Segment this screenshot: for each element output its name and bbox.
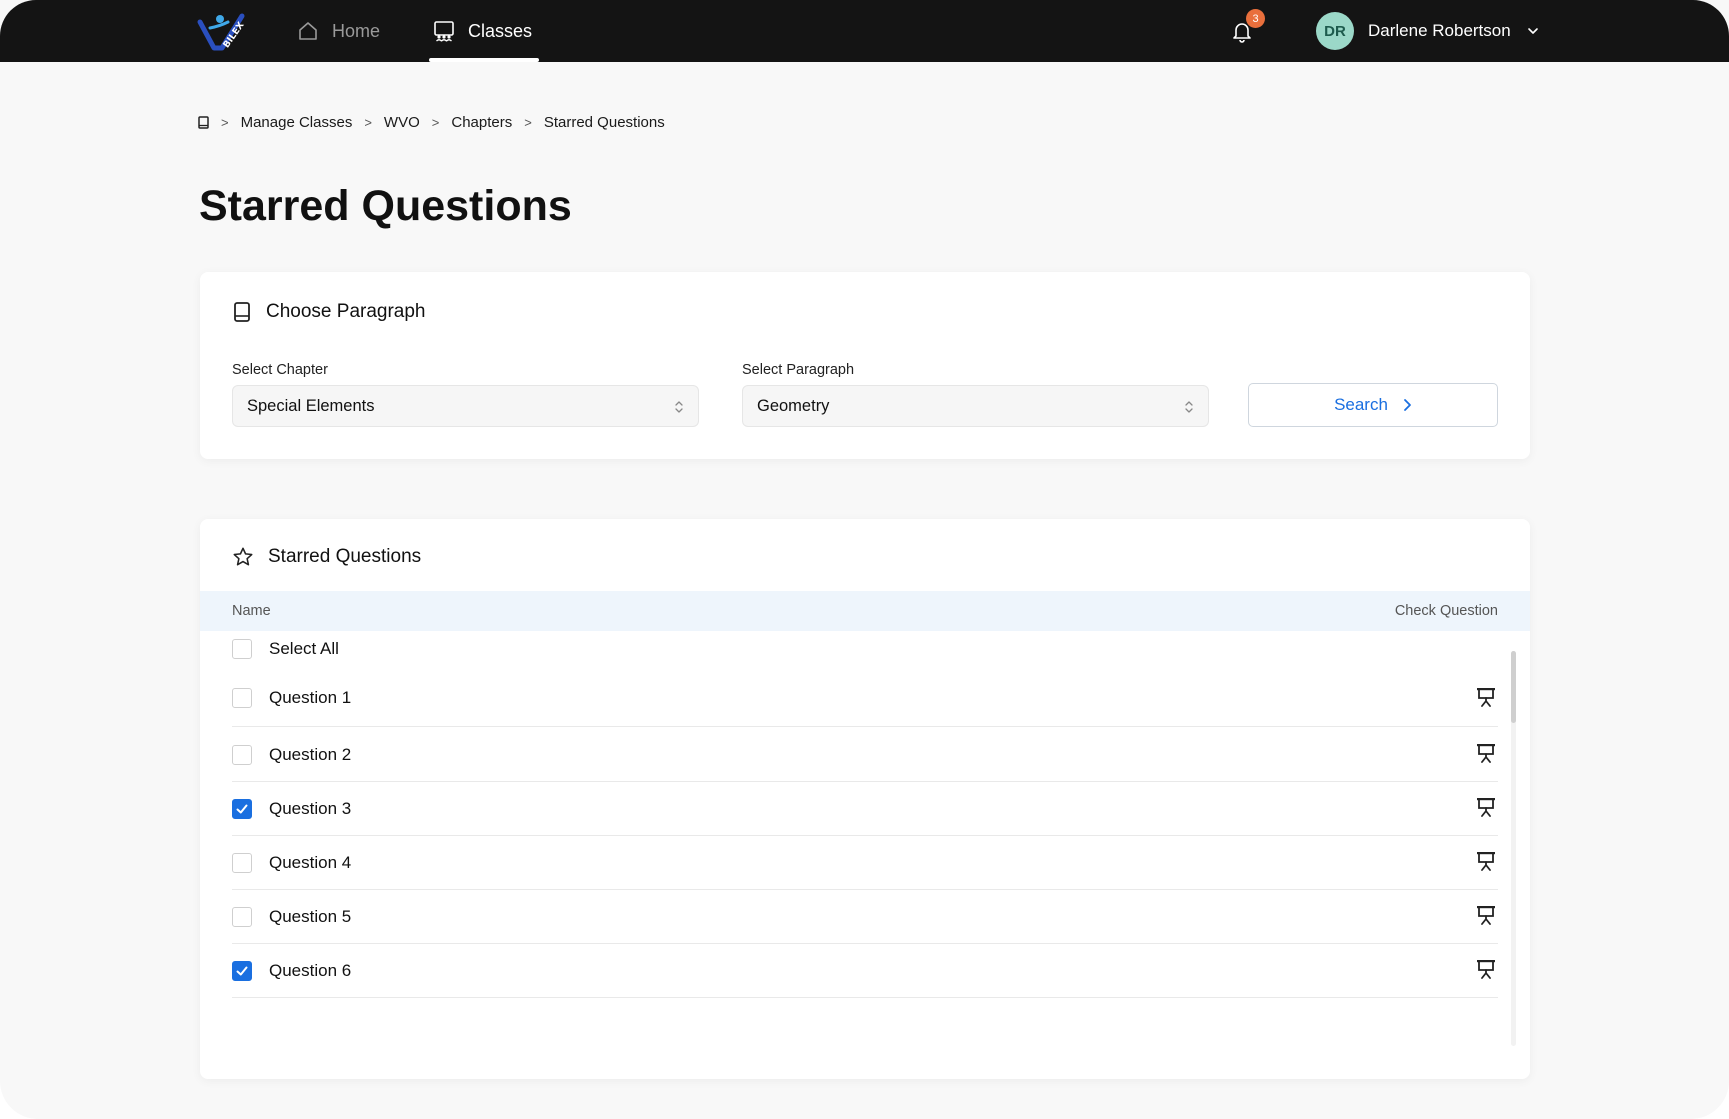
page-title: Starred Questions [199,182,572,230]
question-row: Question 5 [232,890,1498,944]
book-icon[interactable] [198,116,209,129]
breadcrumb-separator: > [524,115,532,130]
breadcrumb-separator: > [364,115,372,130]
paragraph-select-value: Geometry [757,396,830,415]
avatar[interactable]: DR [1316,12,1354,50]
table-header: Name Check Question [200,591,1530,631]
logo-text: BILEX [222,21,247,51]
select-chapter-label: Select Chapter [232,362,328,378]
question-label: Question 1 [269,688,352,707]
chapter-select-value: Special Elements [247,396,375,415]
nav-classes-label: Classes [468,20,533,41]
chevron-right-icon [1404,399,1411,411]
question-row: Question 3 [232,782,1498,836]
star-icon [233,547,253,566]
question-row: Question 2 [232,728,1498,782]
question-row: Question 4 [232,836,1498,890]
nav-home[interactable]: Home [296,0,380,62]
breadcrumb-separator: > [221,115,229,130]
question-checkbox[interactable] [232,906,252,927]
presentation-icon[interactable] [1474,849,1498,873]
notification-badge: 3 [1246,9,1265,28]
question-label: Question 4 [269,852,352,872]
column-header-check-question: Check Question [1394,603,1498,619]
question-row: Question 1 [232,670,1498,727]
breadcrumb-wvo[interactable]: WVO [384,114,420,131]
question-label: Question 6 [269,960,352,980]
starred-questions-title: Starred Questions [268,546,422,567]
chapter-select[interactable]: Special Elements [232,385,699,427]
question-label: Question 3 [269,798,352,818]
breadcrumb-chapters[interactable]: Chapters [451,114,512,131]
starred-questions-header: Starred Questions [232,541,421,573]
presentation-icon[interactable] [1474,957,1498,981]
starred-questions-card: Starred Questions Name Check Question Se… [200,519,1530,1079]
select-all-checkbox[interactable] [232,639,252,659]
active-tab-indicator [429,58,539,62]
select-all-row: Select All [232,634,1498,664]
bilex-logo[interactable]: BILEX [196,10,250,54]
question-checkbox[interactable] [232,798,252,819]
sort-updown-icon [1185,401,1193,413]
breadcrumb: > Manage Classes > WVO > Chapters > Star… [198,114,665,131]
choose-paragraph-card: Choose Paragraph Select Chapter Special … [200,272,1530,459]
checkmark-icon [236,966,248,975]
choose-paragraph-header: Choose Paragraph [232,296,426,328]
app-window: BILEX Home Classes 3 DR Darlene Robertso… [0,0,1729,1119]
sort-updown-icon [675,401,683,413]
book-icon [234,302,250,322]
top-navbar: BILEX Home Classes 3 DR Darlene Robertso… [0,0,1729,62]
nav-home-label: Home [332,20,381,41]
paragraph-select[interactable]: Geometry [742,385,1209,427]
presentation-icon[interactable] [1474,685,1498,709]
chevron-down-icon[interactable] [1526,24,1540,38]
user-name[interactable]: Darlene Robertson [1368,21,1511,41]
search-button-label: Search [1334,395,1388,414]
select-all-label: Select All [269,639,339,658]
home-icon [299,22,317,40]
question-checkbox[interactable] [232,960,252,981]
presentation-icon[interactable] [1474,903,1498,927]
question-label: Question 5 [269,906,352,926]
scrollbar-track[interactable] [1511,651,1516,1046]
breadcrumb-manage-classes[interactable]: Manage Classes [241,114,353,131]
checkmark-icon [236,804,248,813]
question-checkbox[interactable] [232,852,252,873]
select-paragraph-label: Select Paragraph [742,362,855,378]
question-checkbox[interactable] [232,744,252,765]
question-checkbox[interactable] [232,688,252,708]
column-header-name: Name [232,603,271,619]
question-row: Question 6 [232,944,1498,998]
breadcrumb-starred-questions: Starred Questions [543,114,665,131]
presentation-icon[interactable] [1474,741,1498,765]
search-button[interactable]: Search [1248,383,1498,427]
breadcrumb-separator: > [431,115,440,130]
choose-paragraph-title: Choose Paragraph [266,301,426,322]
classroom-icon [434,21,454,42]
question-label: Question 2 [269,744,352,764]
presentation-icon[interactable] [1474,795,1498,819]
scrollbar-thumb[interactable] [1511,651,1516,723]
nav-classes[interactable]: Classes [432,0,532,62]
